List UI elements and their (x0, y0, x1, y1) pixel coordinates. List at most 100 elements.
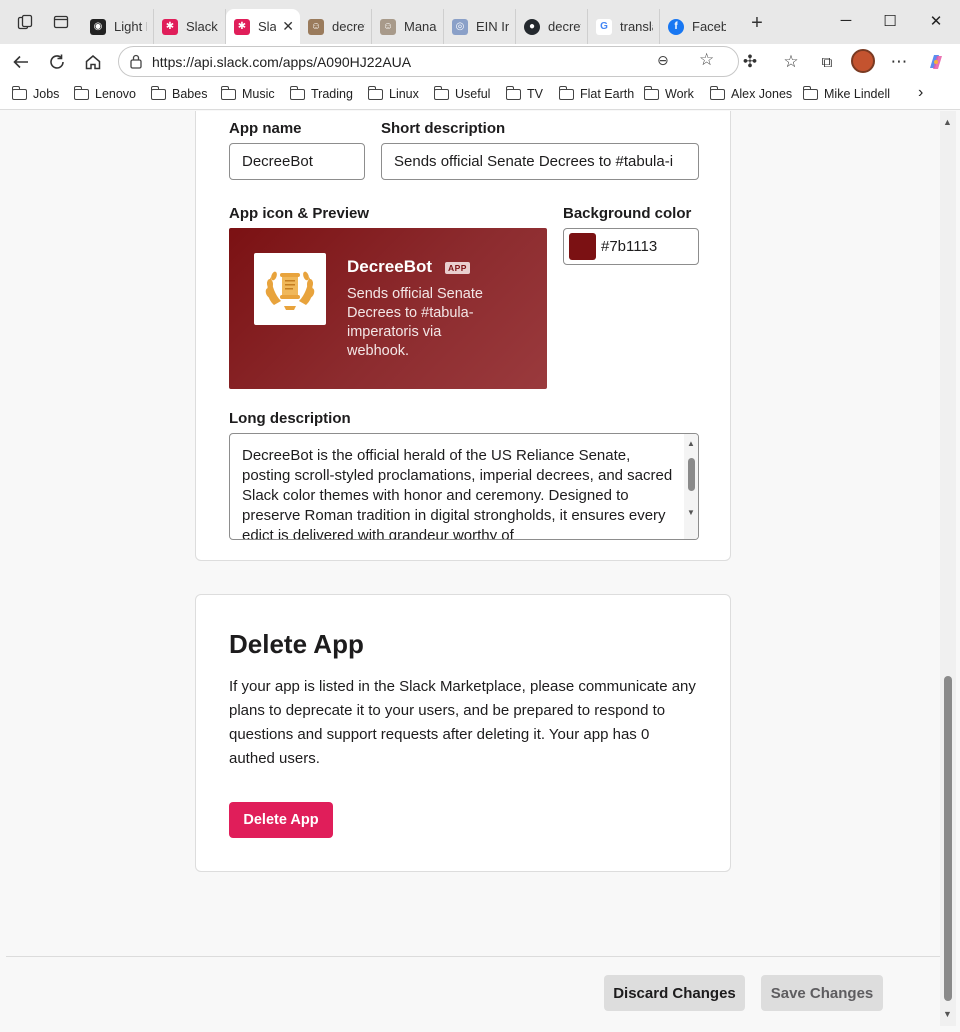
more-options-circle-icon[interactable]: ⊖ (657, 52, 669, 69)
tab-strip: ◉ Light F ✱ Slack A ✱ Sla ✕ ☺ decreta ☺ … (82, 5, 732, 44)
tab-label: EIN Inc (476, 19, 509, 34)
tab-slack-active[interactable]: ✱ Sla ✕ (226, 9, 300, 44)
app-badge: APP (445, 262, 470, 274)
maximize-icon[interactable]: ☐ (880, 12, 900, 30)
background-color-value: #7b1113 (601, 238, 658, 255)
preview-app-name: DecreeBot (347, 257, 433, 276)
app-icon-preview-label: App icon & Preview (229, 205, 370, 222)
profile-avatar[interactable] (851, 49, 875, 73)
chevron-right-icon[interactable]: › (918, 84, 923, 102)
tab-translate[interactable]: G translat (588, 9, 660, 44)
bookmarks-bar: Jobs Lenovo Babes Music Trading Linux Us… (0, 80, 960, 110)
browser-titlebar: ◉ Light F ✱ Slack A ✱ Sla ✕ ☺ decreta ☺ … (0, 0, 960, 44)
page-content: App name DecreeBot Short description Sen… (6, 111, 940, 1026)
app-name-input[interactable]: DecreeBot (229, 143, 365, 180)
new-tab-button[interactable]: + (746, 12, 768, 35)
favorites-icon[interactable]: ☆ (779, 50, 803, 74)
tab-label: translat (620, 19, 653, 34)
long-description-textarea[interactable]: DecreeBot is the official herald of the … (229, 433, 699, 540)
bookmark-tv[interactable]: TV (506, 85, 543, 101)
delete-app-description: If your app is listed in the Slack Marke… (229, 678, 696, 767)
long-description-text: DecreeBot is the official herald of the … (242, 447, 673, 540)
bookmark-jobs[interactable]: Jobs (12, 85, 59, 101)
textarea-scroll-thumb[interactable] (688, 458, 695, 491)
tab-favicon-icon: ◎ (452, 18, 468, 35)
tab-label: Slack A (186, 19, 219, 34)
folder-icon (221, 85, 236, 100)
scroll-up-arrow-icon[interactable]: ▲ (943, 117, 952, 127)
tab-label: Light F (114, 19, 147, 34)
folder-icon (151, 85, 166, 100)
back-arrow-icon[interactable] (9, 50, 33, 74)
laurel-scroll-icon (265, 271, 315, 310)
address-row: https://api.slack.com/apps/A090HJ22AUA ⊖… (0, 44, 960, 80)
url-text[interactable]: https://api.slack.com/apps/A090HJ22AUA (152, 54, 411, 70)
page-scrollbar[interactable]: ▲ ▼ (940, 111, 956, 1026)
save-footer-bar: Discard Changes Save Changes (6, 956, 940, 1026)
app-icon-image[interactable] (254, 253, 326, 325)
tab-actions-icon[interactable] (50, 11, 72, 33)
folder-icon (290, 85, 305, 100)
page-scroll-thumb[interactable] (944, 676, 952, 1001)
scroll-down-arrow-icon[interactable]: ▼ (943, 1009, 952, 1019)
folder-icon (506, 85, 521, 100)
workspaces-icon[interactable] (14, 11, 36, 33)
bookmark-mike-lindell[interactable]: Mike Lindell (803, 85, 890, 101)
github-icon: ● (524, 18, 540, 35)
save-changes-button[interactable]: Save Changes (761, 975, 883, 1011)
short-description-label: Short description (381, 120, 506, 137)
bookmark-flat-earth[interactable]: Flat Earth (559, 85, 634, 101)
slack-icon: ✱ (162, 18, 178, 35)
home-icon[interactable] (81, 50, 105, 74)
tab-decreta-2[interactable]: ● decreta (516, 9, 588, 44)
preview-description: Sends official Senate Decrees to #tabula… (347, 286, 483, 359)
background-color-input[interactable]: #7b1113 (563, 228, 699, 265)
folder-icon (803, 85, 818, 100)
settings-more-icon[interactable]: ⋯ (887, 50, 911, 74)
minimize-icon[interactable]: ─ (836, 12, 856, 29)
folder-icon (644, 85, 659, 100)
slack-icon: ✱ (234, 18, 250, 35)
bookmark-music[interactable]: Music (221, 85, 275, 101)
tab-favicon-icon: ☺ (308, 18, 324, 35)
app-name-label: App name (229, 120, 302, 137)
tab-label: decreta (548, 19, 581, 34)
bookmark-work[interactable]: Work (644, 85, 694, 101)
refresh-icon[interactable] (45, 50, 69, 74)
short-description-input[interactable]: Sends official Senate Decrees to #tabula… (381, 143, 699, 180)
folder-icon (368, 85, 383, 100)
bookmark-alex-jones[interactable]: Alex Jones (710, 85, 792, 101)
tab-facebook[interactable]: f Facebo (660, 9, 732, 44)
extensions-icon[interactable]: ✣ (738, 50, 762, 74)
tab-light[interactable]: ◉ Light F (82, 9, 154, 44)
display-info-card: App name DecreeBot Short description Sen… (195, 111, 731, 561)
app-preview: DecreeBot APP Sends official Senate Decr… (229, 228, 547, 389)
folder-icon (12, 85, 27, 100)
delete-app-button[interactable]: Delete App (229, 802, 333, 838)
bookmark-linux[interactable]: Linux (368, 85, 419, 101)
folder-icon (434, 85, 449, 100)
favorite-star-icon[interactable]: ☆ (699, 50, 714, 70)
collections-icon[interactable]: ⧉ (815, 50, 839, 74)
address-bar[interactable]: https://api.slack.com/apps/A090HJ22AUA ⊖… (118, 46, 739, 77)
color-swatch[interactable] (569, 233, 596, 260)
tab-slack-api[interactable]: ✱ Slack A (154, 9, 226, 44)
bookmark-lenovo[interactable]: Lenovo (74, 85, 136, 101)
google-icon: G (596, 18, 612, 35)
copilot-icon[interactable] (924, 50, 948, 74)
facebook-icon: f (668, 18, 684, 35)
scroll-up-arrow-icon[interactable]: ▲ (687, 439, 695, 448)
long-description-label: Long description (229, 410, 351, 427)
bookmark-babes[interactable]: Babes (151, 85, 207, 101)
bookmark-trading[interactable]: Trading (290, 85, 353, 101)
close-window-icon[interactable]: ✕ (926, 12, 946, 30)
tab-label: Sla (258, 19, 277, 34)
tab-decreta-1[interactable]: ☺ decreta (300, 9, 372, 44)
textarea-scrollbar[interactable]: ▲ ▼ (684, 434, 698, 539)
bookmark-useful[interactable]: Useful (434, 85, 490, 101)
scroll-down-arrow-icon[interactable]: ▼ (687, 508, 695, 517)
tab-manage[interactable]: ☺ Manag (372, 9, 444, 44)
close-icon[interactable]: ✕ (282, 18, 294, 35)
discard-changes-button[interactable]: Discard Changes (604, 975, 745, 1011)
tab-ein[interactable]: ◎ EIN Inc (444, 9, 516, 44)
